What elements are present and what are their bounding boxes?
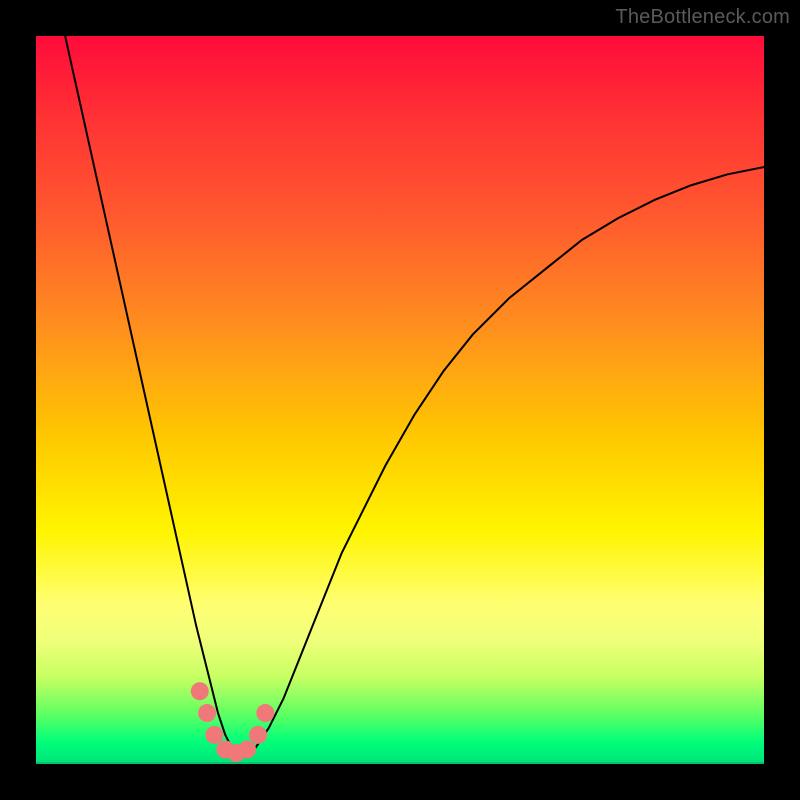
watermark-text: TheBottleneck.com [615, 6, 790, 29]
marker-dot [191, 682, 209, 700]
bottleneck-curve [65, 36, 764, 757]
curve-layer [36, 36, 764, 764]
marker-dot [256, 704, 274, 722]
marker-dot [238, 740, 256, 758]
chart-stage: TheBottleneck.com [0, 0, 800, 800]
marker-dot [205, 726, 223, 744]
marker-dot [249, 726, 267, 744]
plot-area [36, 36, 764, 764]
highlight-markers [191, 682, 275, 762]
marker-dot [198, 704, 216, 722]
